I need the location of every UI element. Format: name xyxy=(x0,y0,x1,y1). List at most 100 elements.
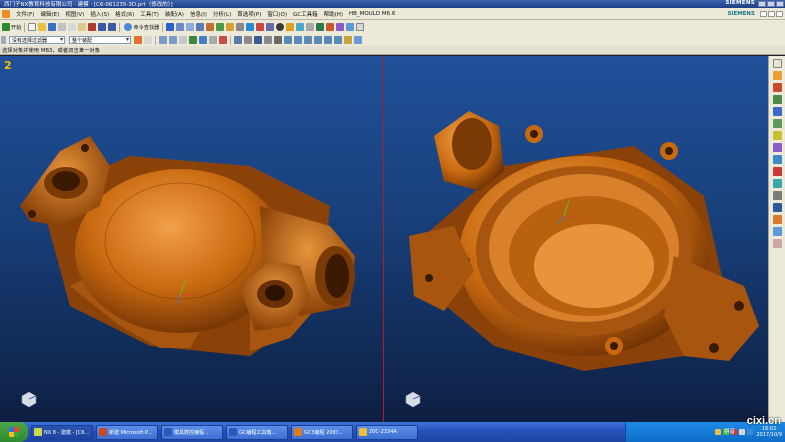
rotate-icon[interactable] xyxy=(196,23,205,31)
zoom-icon[interactable] xyxy=(186,23,195,31)
view-orientation-icon[interactable] xyxy=(216,23,225,31)
nx-app-icon[interactable] xyxy=(2,9,10,18)
system-scenes-icon[interactable] xyxy=(772,203,782,212)
network-icon[interactable] xyxy=(715,429,722,435)
manufacturing-wizards-icon[interactable] xyxy=(772,179,782,188)
snap-endpoint-icon[interactable] xyxy=(159,36,167,44)
select-all-icon[interactable] xyxy=(144,36,152,44)
menu-assemblies[interactable]: 装配(A) xyxy=(162,10,187,18)
redo-icon[interactable] xyxy=(108,23,117,31)
windows-start-button[interactable] xyxy=(0,422,28,442)
menu-insert[interactable]: 插入(S) xyxy=(87,10,112,18)
ime-indicator[interactable]: 拼音 xyxy=(724,427,735,435)
render-style-icon[interactable] xyxy=(226,23,235,31)
menu-edit[interactable]: 编辑(E) xyxy=(37,10,62,18)
new-file-icon[interactable] xyxy=(28,23,37,31)
taskbar-item[interactable]: GC编程工具箱... xyxy=(226,424,288,440)
existing-point-icon[interactable] xyxy=(254,36,262,44)
maximize-button[interactable] xyxy=(767,1,775,7)
face-rule-icon[interactable] xyxy=(179,36,187,44)
undo-icon[interactable] xyxy=(98,23,107,31)
section-icon[interactable] xyxy=(236,23,245,31)
taskbar-item[interactable]: 20C-2334A xyxy=(356,424,418,440)
window-icon[interactable] xyxy=(166,23,175,31)
system-materials-icon[interactable] xyxy=(772,155,782,164)
show-hide-icon[interactable] xyxy=(256,23,265,31)
taskbar-item[interactable]: 新建 Microsoft P... xyxy=(96,424,158,440)
delete-icon[interactable] xyxy=(88,23,97,31)
taskbar-item[interactable]: NX 8 - 建模 - [C6... xyxy=(31,424,93,440)
doc-minimize-button[interactable] xyxy=(760,10,767,17)
quadrant-icon[interactable] xyxy=(314,36,322,44)
menu-help[interactable]: 帮助(H) xyxy=(321,10,346,18)
color-wheel-icon[interactable] xyxy=(276,23,285,31)
reuse-library-icon[interactable] xyxy=(772,107,782,116)
arc-center-snap-icon[interactable] xyxy=(304,36,312,44)
menu-tools[interactable]: 工具(T) xyxy=(137,10,162,18)
mid-point-icon[interactable] xyxy=(274,36,282,44)
command-finder-button[interactable]: 命令查找器 xyxy=(123,23,159,32)
start-button[interactable]: 开始 xyxy=(1,23,21,32)
doc-restore-button[interactable] xyxy=(768,10,775,17)
open-folder-icon[interactable] xyxy=(38,23,47,31)
menu-preferences[interactable]: 首选项(P) xyxy=(234,10,264,18)
hb-mould-icon[interactable] xyxy=(346,23,355,31)
selection-scope-combo[interactable]: 整个装配 xyxy=(69,36,131,44)
minimize-button[interactable] xyxy=(758,1,766,7)
grid-icon[interactable] xyxy=(306,23,315,31)
taskbar-item[interactable]: GC3编程 20ID... xyxy=(291,424,353,440)
select-general-icon[interactable] xyxy=(134,36,142,44)
point-on-face-icon[interactable] xyxy=(334,36,342,44)
gc-tool-icon[interactable] xyxy=(336,23,345,31)
menu-hb-mould[interactable]: HB_MOULD M6.6 xyxy=(346,11,398,17)
history-icon[interactable] xyxy=(772,143,782,152)
close-button[interactable] xyxy=(776,1,784,7)
doc-close-button[interactable] xyxy=(776,10,783,17)
part-model-top-view[interactable] xyxy=(0,56,383,422)
quick-pick-icon[interactable] xyxy=(234,36,242,44)
curve-rule-icon[interactable] xyxy=(189,36,197,44)
arc-center-icon[interactable] xyxy=(244,36,252,44)
menu-window[interactable]: 窗口(O) xyxy=(264,10,290,18)
measure-icon[interactable] xyxy=(266,23,275,31)
roles-icon[interactable] xyxy=(772,191,782,200)
point-snap-icon[interactable] xyxy=(219,36,227,44)
training-icon[interactable] xyxy=(772,227,782,236)
constraint-navigator-icon[interactable] xyxy=(772,83,782,92)
type-filter-combo[interactable]: 没有选择过滤器 xyxy=(9,36,65,44)
resource-toggle-icon[interactable] xyxy=(772,59,782,68)
web-browser-icon[interactable] xyxy=(772,131,782,140)
menu-file[interactable]: 文件(F) xyxy=(13,10,37,18)
graphics-viewport-left[interactable]: 2 xyxy=(0,56,383,422)
menu-analysis[interactable]: 分析(L) xyxy=(210,10,234,18)
wcs-icon[interactable] xyxy=(316,23,325,31)
control-point-icon[interactable] xyxy=(284,36,292,44)
save-icon[interactable] xyxy=(48,23,57,31)
unknown-resource-icon[interactable] xyxy=(772,239,782,248)
body-rule-icon[interactable] xyxy=(209,36,217,44)
cut-icon[interactable] xyxy=(58,23,67,31)
assembly-navigator-icon[interactable] xyxy=(772,71,782,80)
volume-icon[interactable] xyxy=(739,429,746,435)
copy-icon[interactable] xyxy=(68,23,77,31)
tray-clock[interactable]: 16:02 2017/10/9 xyxy=(756,426,782,438)
taskbar-item[interactable]: 模具数控编程... xyxy=(161,424,223,440)
point-on-curve-icon[interactable] xyxy=(324,36,332,44)
bounded-grid-icon[interactable] xyxy=(344,36,352,44)
hd3d-tools-icon[interactable] xyxy=(772,119,782,128)
snap-midpoint-icon[interactable] xyxy=(169,36,177,44)
process-studio-icon[interactable] xyxy=(772,167,782,176)
more-tools-icon[interactable] xyxy=(356,23,365,31)
analysis-icon[interactable] xyxy=(286,23,295,31)
intersection-icon[interactable] xyxy=(294,36,302,44)
part-model-open-view[interactable] xyxy=(384,56,768,422)
feature-rule-icon[interactable] xyxy=(199,36,207,44)
menu-information[interactable]: 信息(I) xyxy=(187,10,210,18)
layer-icon[interactable] xyxy=(246,23,255,31)
menu-gc-toolkit[interactable]: GC工具箱 xyxy=(290,10,321,18)
graphics-viewport-right[interactable] xyxy=(384,56,768,422)
palette-icon[interactable] xyxy=(772,215,782,224)
shaded-icon[interactable] xyxy=(206,23,215,31)
part-navigator-icon[interactable] xyxy=(772,95,782,104)
paste-icon[interactable] xyxy=(78,23,87,31)
